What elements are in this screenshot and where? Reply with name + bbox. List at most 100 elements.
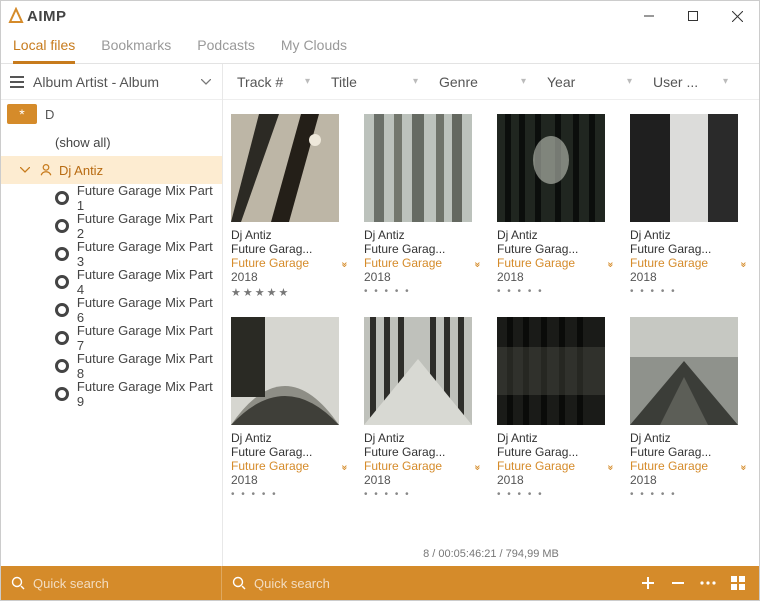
expand-icon[interactable]: ⌄⌄: [739, 461, 748, 471]
grouping-label: Album Artist - Album: [33, 74, 190, 90]
expand-icon[interactable]: ⌄⌄: [606, 258, 615, 268]
alpha-filter-row: * D: [1, 100, 222, 128]
album-cover[interactable]: [497, 317, 605, 425]
column-label: Title: [331, 74, 413, 90]
album-card[interactable]: Dj AntizFuture Garag...Future Garage⌄⌄20…: [497, 114, 615, 299]
expand-icon[interactable]: ⌄⌄: [340, 461, 349, 471]
alpha-all-button[interactable]: *: [7, 104, 37, 124]
album-row[interactable]: Future Garage Mix Part 8: [1, 352, 222, 380]
album-row[interactable]: Future Garage Mix Part 4: [1, 268, 222, 296]
grouping-selector[interactable]: Album Artist - Album: [1, 64, 222, 100]
expand-icon[interactable]: ⌄⌄: [473, 461, 482, 471]
card-year: 2018: [497, 270, 615, 284]
album-row[interactable]: Future Garage Mix Part 2: [1, 212, 222, 240]
user-icon: [39, 163, 53, 177]
album-row[interactable]: Future Garage Mix Part 7: [1, 324, 222, 352]
column-header[interactable]: User ...▾: [645, 64, 741, 99]
card-artist: Dj Antiz: [630, 228, 748, 242]
tab-bookmarks[interactable]: Bookmarks: [101, 33, 171, 63]
album-label: Future Garage Mix Part 1: [77, 183, 222, 213]
album-label: Future Garage Mix Part 3: [77, 239, 222, 269]
album-row[interactable]: Future Garage Mix Part 6: [1, 296, 222, 324]
album-cover[interactable]: [497, 114, 605, 222]
expand-icon[interactable]: ⌄⌄: [739, 258, 748, 268]
album-row[interactable]: Future Garage Mix Part 1: [1, 184, 222, 212]
card-rating[interactable]: • • • • •: [364, 286, 482, 297]
card-rating[interactable]: • • • • •: [630, 489, 748, 500]
expand-icon[interactable]: ⌄⌄: [606, 461, 615, 471]
sidebar-search-input[interactable]: [33, 576, 211, 591]
logo-icon: [7, 7, 25, 25]
disc-icon: [55, 191, 69, 205]
album-card[interactable]: Dj AntizFuture Garag...Future Garage⌄⌄20…: [497, 317, 615, 500]
filter-icon[interactable]: ▾: [723, 76, 733, 87]
album-card[interactable]: Dj AntizFuture Garag...Future Garage⌄⌄20…: [630, 317, 748, 500]
filter-icon[interactable]: ▾: [305, 76, 315, 87]
maximize-button[interactable]: [671, 1, 715, 31]
tab-podcasts[interactable]: Podcasts: [197, 33, 255, 63]
main-search[interactable]: [222, 566, 440, 600]
album-label: Future Garage Mix Part 9: [77, 379, 222, 409]
column-header[interactable]: Title▾: [323, 64, 431, 99]
album-label: Future Garage Mix Part 8: [77, 351, 222, 381]
card-album: Future Garag...: [497, 242, 615, 256]
tab-local-files[interactable]: Local files: [13, 33, 75, 64]
close-button[interactable]: [715, 1, 759, 31]
artist-tree: (show all) Dj Antiz Future Garage Mix Pa…: [1, 128, 222, 566]
grid-view-button[interactable]: [723, 566, 753, 600]
artist-name: Dj Antiz: [59, 163, 103, 178]
column-header[interactable]: Track #▾: [229, 64, 323, 99]
column-label: Genre: [439, 74, 521, 90]
sidebar: Album Artist - Album * D (show all) Dj A…: [1, 64, 223, 566]
titlebar: AIMP: [1, 1, 759, 31]
album-card[interactable]: Dj AntizFuture Garag...Future Garage⌄⌄20…: [630, 114, 748, 299]
card-rating[interactable]: • • • • •: [630, 286, 748, 297]
album-cover[interactable]: [364, 114, 472, 222]
add-button[interactable]: [633, 566, 663, 600]
minimize-button[interactable]: [627, 1, 671, 31]
card-rating[interactable]: • • • • •: [231, 489, 349, 500]
card-rating[interactable]: • • • • •: [497, 286, 615, 297]
app-name: AIMP: [27, 8, 67, 25]
tab-my-clouds[interactable]: My Clouds: [281, 33, 347, 63]
card-rating[interactable]: • • • • •: [497, 489, 615, 500]
remove-button[interactable]: [663, 566, 693, 600]
main-panel: Track #▾Title▾Genre▾Year▾User ...▾ Dj An…: [223, 64, 759, 566]
disc-icon: [55, 247, 69, 261]
column-header[interactable]: Genre▾: [431, 64, 539, 99]
show-all-row[interactable]: (show all): [1, 128, 222, 156]
alpha-letter-d[interactable]: D: [45, 107, 54, 122]
card-artist: Dj Antiz: [364, 431, 482, 445]
album-card[interactable]: Dj AntizFuture Garag...Future Garage⌄⌄20…: [231, 114, 349, 299]
card-genre: Future Garage: [364, 459, 467, 473]
card-artist: Dj Antiz: [630, 431, 748, 445]
more-button[interactable]: [693, 566, 723, 600]
search-icon: [232, 576, 246, 590]
card-rating[interactable]: ★★★★★: [231, 286, 349, 299]
album-cover[interactable]: [630, 114, 738, 222]
card-genre: Future Garage: [231, 459, 334, 473]
sidebar-search[interactable]: [1, 566, 222, 600]
filter-icon[interactable]: ▾: [521, 76, 531, 87]
card-artist: Dj Antiz: [497, 228, 615, 242]
card-genre: Future Garage: [231, 256, 334, 270]
filter-icon[interactable]: ▾: [413, 76, 423, 87]
album-cover[interactable]: [630, 317, 738, 425]
album-row[interactable]: Future Garage Mix Part 3: [1, 240, 222, 268]
album-row[interactable]: Future Garage Mix Part 9: [1, 380, 222, 408]
album-card[interactable]: Dj AntizFuture Garag...Future Garage⌄⌄20…: [231, 317, 349, 500]
expand-icon[interactable]: ⌄⌄: [340, 258, 349, 268]
album-card[interactable]: Dj AntizFuture Garag...Future Garage⌄⌄20…: [364, 317, 482, 500]
album-cover[interactable]: [231, 317, 339, 425]
filter-icon[interactable]: ▾: [627, 76, 637, 87]
expand-icon[interactable]: ⌄⌄: [473, 258, 482, 268]
album-cover[interactable]: [231, 114, 339, 222]
album-grid[interactable]: Dj AntizFuture Garag...Future Garage⌄⌄20…: [223, 100, 759, 544]
column-header[interactable]: Year▾: [539, 64, 645, 99]
card-rating[interactable]: • • • • •: [364, 489, 482, 500]
list-icon: [9, 74, 25, 90]
album-cover[interactable]: [364, 317, 472, 425]
main-search-input[interactable]: [254, 576, 430, 591]
album-card[interactable]: Dj AntizFuture Garag...Future Garage⌄⌄20…: [364, 114, 482, 299]
artist-row[interactable]: Dj Antiz: [1, 156, 222, 184]
